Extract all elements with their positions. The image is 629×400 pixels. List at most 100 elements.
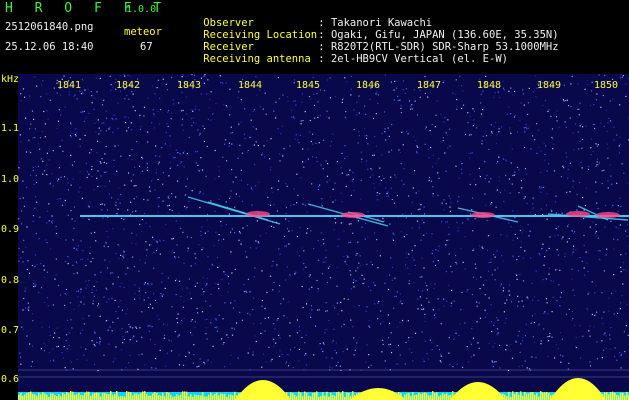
noise-speckle	[105, 110, 107, 112]
noise-speckle	[70, 319, 72, 321]
noise-speckle	[508, 222, 510, 224]
noise-speckle	[416, 145, 418, 147]
noise-speckle	[572, 132, 574, 134]
noise-speckle	[584, 88, 586, 90]
signal-level-sample	[248, 391, 250, 400]
meteor-echo-hotspot	[246, 211, 270, 217]
noise-speckle	[167, 125, 169, 127]
noise-speckle	[147, 297, 149, 299]
noise-speckle	[70, 154, 72, 156]
noise-speckle	[202, 247, 204, 249]
noise-speckle	[358, 112, 360, 114]
noise-speckle	[503, 200, 505, 203]
noise-speckle	[521, 232, 523, 234]
y-tick-label: 1.0	[1, 174, 20, 185]
noise-speckle	[402, 213, 404, 215]
noise-speckle	[349, 270, 351, 272]
noise-speckle	[201, 226, 203, 228]
noise-speckle	[601, 292, 603, 294]
noise-speckle	[449, 335, 451, 337]
noise-speckle	[607, 122, 609, 124]
noise-speckle	[147, 164, 149, 166]
noise-speckle	[89, 252, 91, 254]
noise-speckle	[413, 259, 415, 261]
signal-level-sample	[492, 391, 494, 400]
noise-speckle	[320, 232, 322, 234]
noise-speckle	[66, 178, 69, 180]
noise-speckle	[104, 185, 106, 187]
noise-speckle	[108, 298, 110, 300]
noise-speckle	[516, 237, 519, 239]
noise-speckle	[475, 127, 478, 129]
noise-speckle	[120, 300, 122, 302]
noise-speckle	[327, 79, 329, 81]
noise-speckle	[307, 158, 309, 160]
signal-level-sample	[550, 395, 552, 400]
noise-speckle	[225, 201, 227, 203]
noise-speckle	[246, 225, 248, 227]
signal-level-sample	[474, 396, 476, 400]
signal-level-sample	[360, 395, 362, 400]
noise-speckle	[321, 198, 323, 200]
y-tick-label: 0.7	[1, 325, 20, 336]
noise-speckle	[419, 96, 421, 98]
noise-speckle	[45, 239, 47, 241]
noise-speckle	[458, 334, 460, 337]
noise-speckle	[364, 105, 366, 107]
noise-speckle	[510, 301, 513, 303]
noise-speckle	[432, 261, 434, 263]
noise-speckle	[149, 303, 151, 305]
noise-speckle	[400, 163, 402, 165]
noise-speckle	[468, 361, 470, 363]
noise-speckle	[183, 300, 185, 303]
noise-speckle	[470, 134, 472, 136]
noise-speckle	[383, 178, 385, 180]
signal-level-sample	[118, 396, 120, 400]
noise-speckle	[479, 176, 481, 178]
noise-speckle	[601, 340, 603, 342]
noise-speckle	[472, 230, 474, 232]
noise-speckle	[81, 91, 83, 93]
noise-speckle	[448, 352, 450, 354]
noise-speckle	[545, 204, 547, 206]
noise-speckle	[24, 290, 26, 292]
noise-speckle	[125, 273, 127, 275]
noise-speckle	[334, 182, 336, 184]
noise-speckle	[88, 173, 90, 175]
noise-speckle	[462, 90, 464, 92]
noise-speckle	[291, 116, 293, 118]
noise-speckle	[401, 131, 403, 133]
signal-level-sample	[566, 392, 568, 400]
noise-speckle	[18, 247, 20, 250]
noise-speckle	[495, 206, 497, 208]
signal-level-sample	[600, 393, 602, 400]
noise-speckle	[204, 232, 206, 234]
noise-speckle	[554, 357, 556, 359]
noise-speckle	[293, 100, 295, 102]
noise-speckle	[496, 317, 498, 319]
noise-speckle	[139, 117, 141, 119]
signal-level-sample	[342, 391, 344, 400]
noise-speckle	[550, 115, 552, 118]
noise-speckle	[464, 322, 466, 324]
noise-speckle	[163, 323, 165, 325]
noise-speckle	[403, 168, 405, 170]
noise-speckle	[311, 286, 313, 288]
noise-speckle	[572, 289, 574, 291]
noise-speckle	[429, 339, 431, 341]
noise-speckle	[322, 261, 324, 263]
noise-speckle	[414, 245, 416, 247]
noise-speckle	[572, 248, 574, 250]
noise-speckle	[228, 142, 230, 144]
noise-speckle	[31, 313, 33, 315]
noise-speckle	[150, 244, 152, 246]
noise-speckle	[551, 336, 553, 338]
noise-speckle	[520, 246, 522, 248]
noise-speckle	[615, 226, 617, 228]
noise-speckle	[170, 166, 172, 168]
noise-speckle	[144, 130, 146, 132]
noise-speckle	[166, 352, 168, 354]
noise-speckle	[305, 160, 307, 162]
noise-speckle	[329, 277, 331, 279]
noise-speckle	[186, 206, 188, 208]
